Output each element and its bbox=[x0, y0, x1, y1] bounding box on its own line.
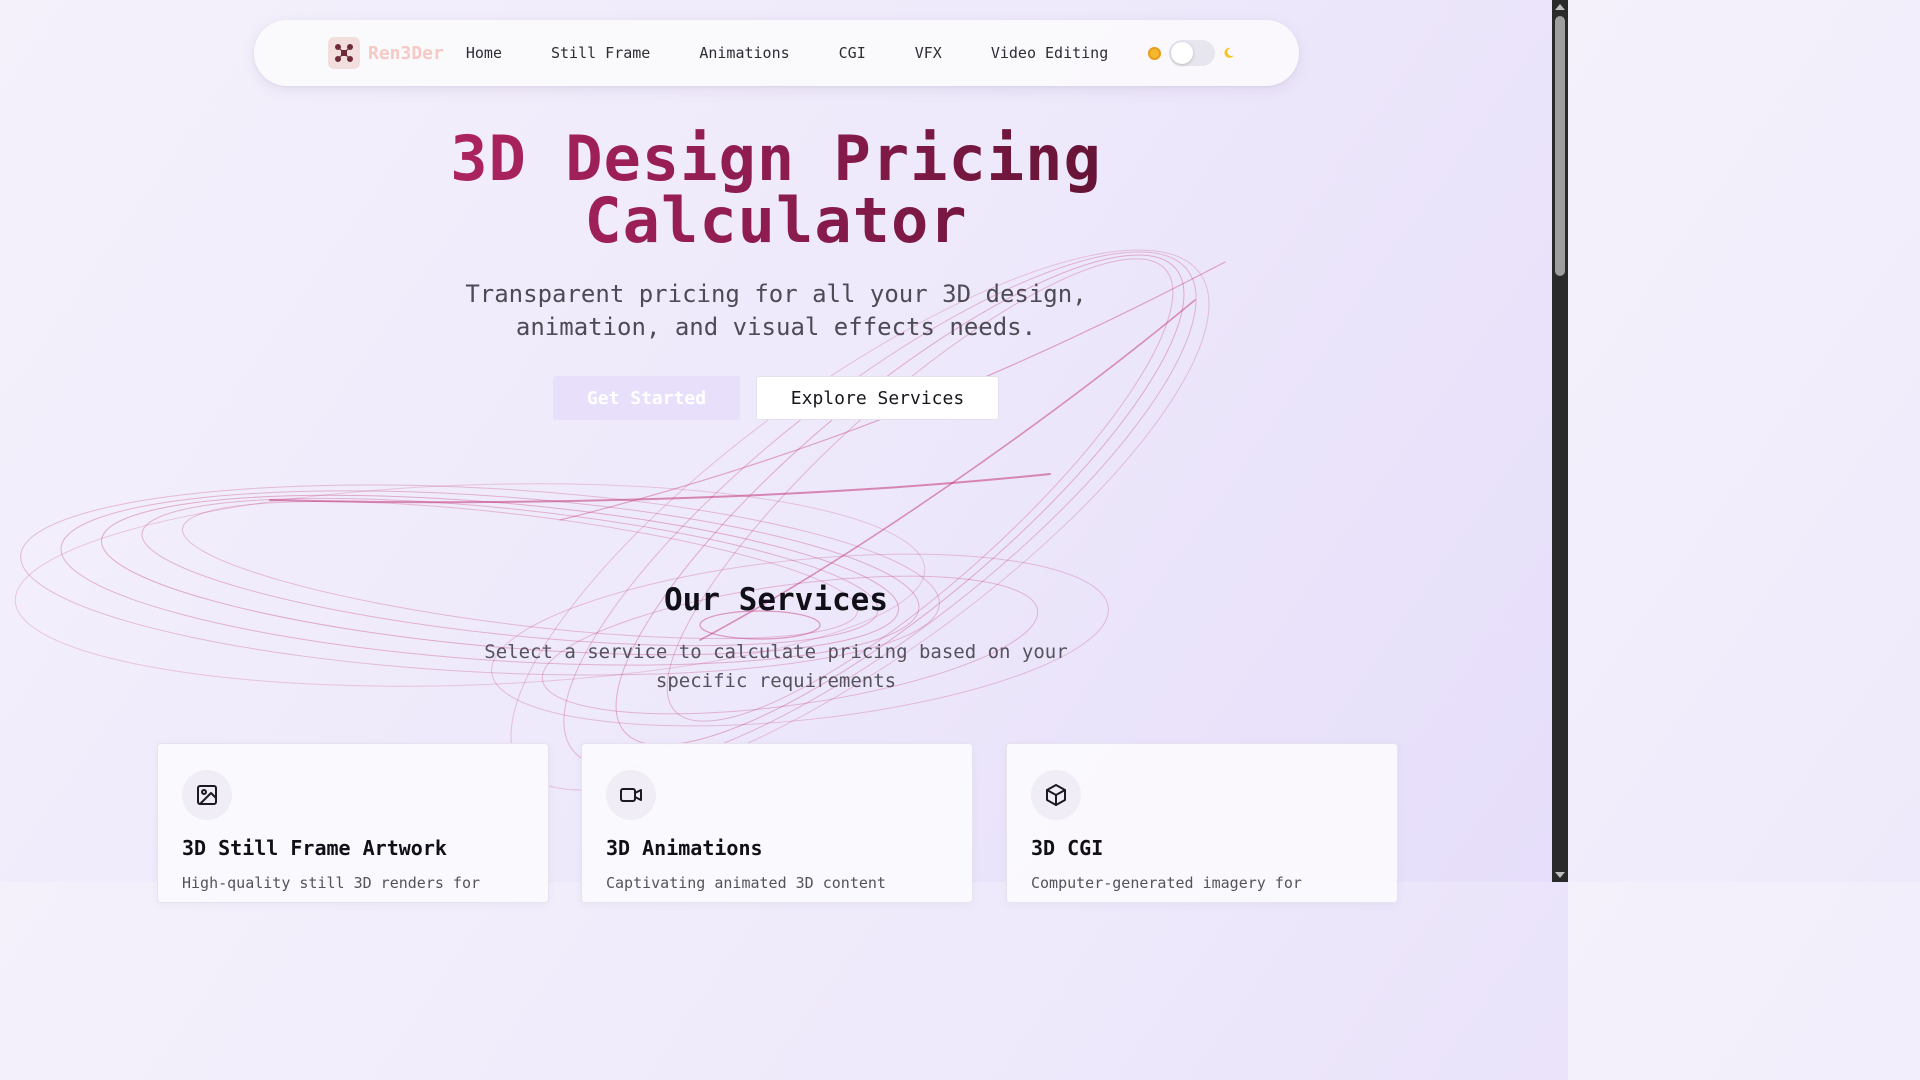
nav-link-animations[interactable]: Animations bbox=[699, 44, 789, 62]
scroll-down-arrow-icon[interactable] bbox=[1555, 872, 1565, 878]
hero-title-line-2: Calculator bbox=[584, 184, 968, 257]
toggle-knob bbox=[1171, 42, 1194, 64]
card-title: 3D Still Frame Artwork bbox=[182, 836, 447, 860]
services-title: Our Services bbox=[664, 582, 888, 618]
nav-link-vfx[interactable]: VFX bbox=[915, 44, 942, 62]
scrollbar-thumb[interactable] bbox=[1555, 16, 1565, 276]
image-icon bbox=[182, 770, 232, 820]
brand-name: Ren3Der bbox=[368, 42, 444, 64]
logo-icon bbox=[328, 37, 360, 69]
nav-link-home[interactable]: Home bbox=[466, 44, 502, 62]
service-card-still-frame[interactable]: 3D Still Frame Artwork High-quality stil… bbox=[157, 743, 549, 903]
hero-subtitle: Transparent pricing for all your 3D desi… bbox=[465, 280, 1087, 341]
nav-link-video-editing[interactable]: Video Editing bbox=[991, 44, 1108, 62]
services-subtitle: Select a service to calculate pricing ba… bbox=[484, 641, 1068, 692]
brand-logo-link[interactable]: Ren3Der bbox=[328, 37, 444, 69]
sun-icon bbox=[1148, 46, 1162, 60]
vertical-scrollbar[interactable] bbox=[1552, 0, 1568, 882]
top-navbar: Ren3Der Home Still Frame Animations CGI … bbox=[254, 20, 1299, 86]
cube-icon bbox=[1031, 770, 1081, 820]
card-description: Captivating animated 3D content bbox=[606, 874, 886, 892]
nav-links: Home Still Frame Animations CGI VFX Vide… bbox=[466, 44, 1108, 62]
scroll-up-arrow-icon[interactable] bbox=[1555, 4, 1565, 10]
get-started-button[interactable]: Get Started bbox=[553, 376, 740, 420]
video-camera-icon bbox=[606, 770, 656, 820]
nav-link-still-frame[interactable]: Still Frame bbox=[551, 44, 650, 62]
card-title: 3D CGI bbox=[1031, 836, 1104, 860]
card-title: 3D Animations bbox=[606, 836, 763, 860]
explore-services-button[interactable]: Explore Services bbox=[756, 376, 999, 420]
service-card-animations[interactable]: 3D Animations Captivating animated 3D co… bbox=[581, 743, 973, 903]
service-card-cgi[interactable]: 3D CGI Computer-generated imagery for bbox=[1006, 743, 1398, 903]
moon-icon bbox=[1224, 47, 1235, 58]
theme-toggle[interactable] bbox=[1169, 40, 1216, 66]
hero-title: 3D Design Pricing Calculator bbox=[384, 128, 1168, 252]
theme-switcher bbox=[1148, 40, 1235, 66]
nav-link-cgi[interactable]: CGI bbox=[839, 44, 866, 62]
card-description: Computer-generated imagery for bbox=[1031, 874, 1302, 892]
card-description: High-quality still 3D renders for bbox=[182, 874, 481, 892]
